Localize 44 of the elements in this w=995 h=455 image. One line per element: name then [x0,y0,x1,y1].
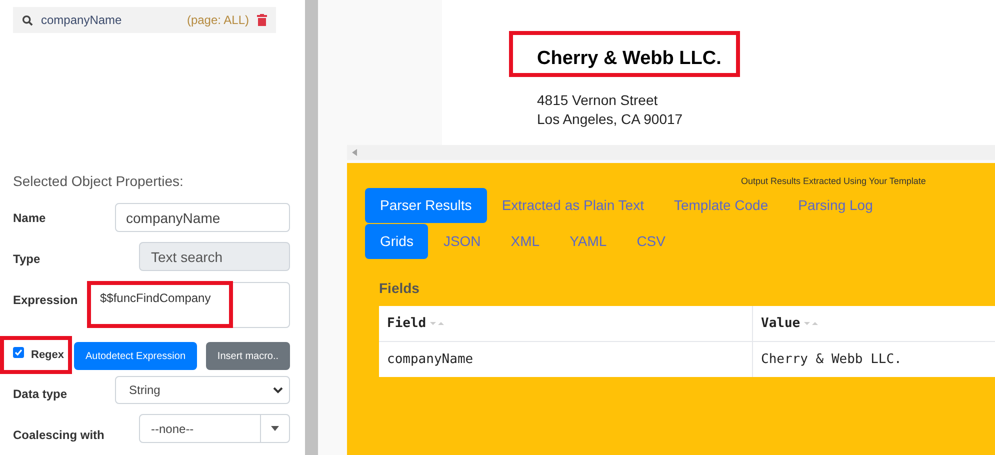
column-header[interactable]: Value [753,306,995,341]
field-label: Name [13,210,46,227]
object-name: companyName [41,12,123,29]
field-label: Data type [13,386,68,403]
section-heading: Fields [379,279,420,298]
regex-checkbox[interactable] [13,347,24,358]
company-heading: Cherry & Webb LLC. [537,47,722,71]
field-label: Coalescing with [13,427,104,444]
table-cell: companyName [379,342,753,377]
section-title: Selected Object Properties: [13,172,184,191]
table-cell-text: Cherry & Webb LLC. [760,350,903,369]
action-button[interactable]: Autodetect Expression [74,342,197,370]
results-tab[interactable]: Extracted as Plain Text [486,188,659,223]
regex-label: Regex [31,348,64,363]
format-tab[interactable]: XML [496,224,555,259]
sort-icon [430,321,444,326]
caret-down-icon [271,426,279,431]
action-button[interactable]: Insert macro.. [206,342,290,370]
coalescing-select[interactable]: --none-- [139,414,290,443]
results-tab[interactable]: Parser Results [365,188,487,223]
results-tab[interactable]: Parsing Log [783,188,888,223]
data-type-select[interactable]: String [115,376,290,404]
type-field: Text search [139,242,290,271]
vertical-scrollbar[interactable] [305,0,318,455]
results-tab[interactable]: Template Code [658,188,784,223]
object-page: (page: ALL) [186,12,249,29]
horizontal-scrollbar[interactable] [347,145,995,160]
field-label: Expression [13,292,78,309]
format-tab[interactable]: JSON [428,224,496,259]
address-line: 4815 Vernon Street [537,91,658,110]
field-label: Type [13,251,40,268]
chevron-down-icon [273,386,283,394]
object-list-item[interactable]: companyName (page: ALL) [13,7,276,33]
panel-caption: Output Results Extracted Using Your Template [741,175,926,188]
sort-icon [804,321,818,326]
format-tab[interactable]: YAML [554,224,622,259]
trash-icon[interactable] [257,14,267,26]
format-tab[interactable]: CSV [622,224,680,259]
column-header[interactable]: Field [379,306,753,341]
search-icon [22,14,33,26]
format-tab[interactable]: Grids [365,224,428,259]
name-field[interactable]: companyName [115,203,290,232]
scroll-left-icon[interactable] [352,149,357,156]
address-line: Los Angeles, CA 90017 [537,110,683,129]
